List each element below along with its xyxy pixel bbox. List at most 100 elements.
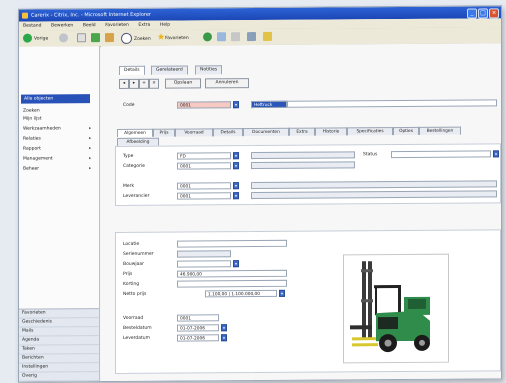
name-field[interactable]: Heftruck — [251, 100, 287, 109]
serial-field[interactable] — [177, 250, 231, 258]
tab-notes[interactable]: Notities — [195, 65, 223, 75]
cancel-button[interactable]: Annuleren — [205, 78, 249, 89]
chevron-down-icon[interactable]: ▾ — [233, 101, 239, 109]
save-button[interactable]: Opslaan — [165, 78, 201, 89]
stock-field[interactable]: 0001 — [177, 314, 219, 322]
subtab-general[interactable]: Algemeen — [117, 128, 153, 137]
sidebar-item-selected[interactable]: Alle objecten — [21, 94, 90, 104]
mail-icon — [231, 32, 240, 42]
discount-field[interactable] — [177, 279, 287, 288]
sidebar-item[interactable]: Management ▸ — [23, 156, 91, 161]
stop-icon — [77, 33, 86, 43]
code-label: Code — [123, 102, 135, 108]
subtab-history[interactable]: Historie — [315, 127, 347, 136]
sidebar-bottom-panel: Favorieten Geschiedenis Mails Agenda Tak… — [19, 308, 99, 383]
sidebar-item[interactable]: Mijn lijst — [23, 117, 42, 122]
calendar-icon[interactable]: ▾ — [221, 334, 227, 342]
stop-button[interactable] — [77, 33, 88, 43]
name-field-rest[interactable] — [287, 99, 497, 108]
chevron-down-icon[interactable]: ▾ — [233, 162, 239, 170]
subtab-orders[interactable]: Bestellingen — [419, 126, 461, 135]
sidebar-item[interactable]: Werkzaamheden ▸ — [23, 126, 91, 131]
calendar-icon[interactable]: ▾ — [221, 324, 227, 332]
product-image — [343, 253, 449, 364]
sidebar-item[interactable]: Relaties ▸ — [23, 136, 91, 141]
type-field[interactable]: FD — [177, 152, 231, 160]
app-icon — [22, 12, 28, 19]
type-description — [251, 151, 355, 160]
media-button[interactable] — [203, 32, 214, 42]
chevron-down-icon[interactable]: ▾ — [233, 260, 239, 268]
sidebar: Alle objecten Zoeken Mijn lijst Werkzaam… — [19, 46, 100, 383]
mail-button[interactable] — [231, 32, 242, 42]
chevron-down-icon[interactable]: ▾ — [493, 150, 499, 158]
menu-help[interactable]: Help — [156, 21, 174, 30]
edit-button[interactable] — [263, 31, 274, 42]
refresh-button[interactable] — [91, 33, 102, 43]
chevron-right-icon: ▸ — [89, 156, 92, 162]
field-label: Netto prijs — [123, 291, 147, 297]
chevron-right-icon: ▸ — [89, 136, 92, 142]
menu-favorites[interactable]: Favorieten — [101, 21, 133, 30]
subtab-extra[interactable]: Extra — [289, 127, 315, 136]
back-button[interactable]: Vorige — [23, 33, 48, 43]
history-icon — [217, 32, 226, 42]
sidebar-item[interactable]: Rapport ▸ — [23, 146, 91, 151]
subtab-specs[interactable]: Specificaties — [347, 127, 393, 136]
home-icon — [105, 33, 114, 43]
menu-tools[interactable]: Extra — [134, 21, 154, 30]
new-record-button[interactable]: + — [139, 78, 149, 89]
field-label: Besteldatum — [123, 325, 152, 331]
next-record-button[interactable]: ▸ — [129, 78, 139, 89]
tab-details[interactable]: Details — [119, 65, 145, 75]
subtab-documents[interactable]: Documenten — [243, 127, 289, 137]
forward-button[interactable] — [59, 33, 70, 43]
forward-arrow-icon — [59, 33, 68, 43]
supplier-field[interactable]: 0001 — [177, 192, 231, 200]
chevron-right-icon: ▸ — [89, 126, 92, 132]
field-label: Korting — [123, 281, 140, 287]
field-label: Serienummer — [123, 251, 154, 257]
subtab-stock[interactable]: Voorraad — [175, 128, 213, 137]
sidebar-item[interactable]: Beheer ▸ — [23, 166, 91, 171]
history-button[interactable] — [217, 32, 228, 42]
field-label: Leverancier — [123, 193, 150, 199]
forklift-icon — [350, 261, 430, 353]
status-field[interactable] — [391, 150, 491, 159]
subtab-details[interactable]: Details — [213, 128, 243, 137]
delete-record-button[interactable]: × — [149, 78, 159, 89]
category-field[interactable]: 0001 — [177, 162, 231, 170]
close-button[interactable]: × — [489, 8, 499, 19]
print-button[interactable] — [247, 32, 258, 42]
favorites-button[interactable]: ★Favorieten — [157, 32, 189, 43]
brand-field[interactable]: 0001 — [177, 182, 231, 190]
field-label: Leverdatum — [123, 335, 151, 341]
tab-related[interactable]: Gerelateerd — [151, 65, 188, 75]
minimize-button[interactable]: _ — [467, 8, 477, 19]
sidebar-item[interactable]: Zoeken — [23, 109, 40, 114]
subtab-price[interactable]: Prijs — [153, 128, 175, 137]
net-price-field[interactable]: 1.100,00 | 1.100.000,00 — [205, 289, 277, 298]
search-icon — [121, 32, 132, 44]
chevron-down-icon[interactable]: ▾ — [233, 182, 239, 190]
location-field[interactable] — [177, 239, 287, 248]
year-field[interactable] — [177, 260, 231, 268]
sidebar-bottom-item[interactable]: Overig — [19, 372, 99, 382]
price-field[interactable]: 46.900,00 — [177, 269, 287, 278]
menu-file[interactable]: Bestand — [19, 21, 45, 30]
subtab-options[interactable]: Opties — [393, 126, 419, 136]
menu-edit[interactable]: Bewerken — [47, 21, 77, 30]
code-field[interactable]: 0001 — [177, 101, 231, 109]
maximize-button[interactable]: □ — [478, 8, 488, 19]
home-button[interactable] — [105, 33, 116, 43]
menu-view[interactable]: Beeld — [79, 21, 100, 30]
order-date-field[interactable]: 01-07-2006 — [177, 324, 219, 332]
search-button[interactable]: Zoeken — [121, 32, 151, 44]
chevron-down-icon[interactable]: ▾ — [279, 289, 285, 297]
print-icon — [247, 32, 256, 42]
delivery-date-field[interactable]: 01-07-2006 — [177, 334, 219, 342]
chevron-down-icon[interactable]: ▾ — [233, 192, 239, 200]
prev-record-button[interactable]: ◂ — [119, 78, 129, 89]
chevron-down-icon[interactable]: ▾ — [233, 152, 239, 160]
field-label: Merk — [123, 183, 135, 189]
